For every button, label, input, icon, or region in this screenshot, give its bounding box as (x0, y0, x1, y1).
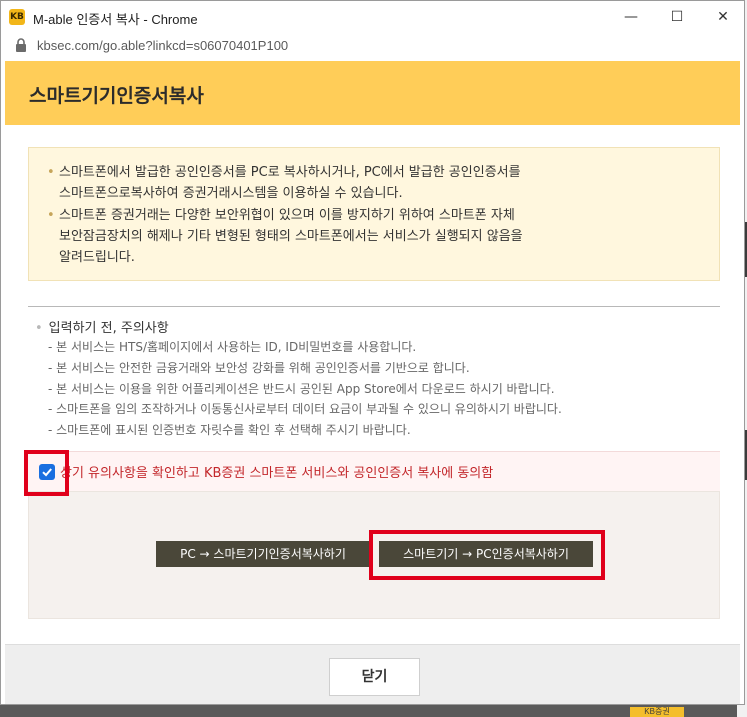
highlight-box-checkbox (24, 450, 69, 496)
title-bar[interactable]: KB M-able 인증서 복사 - Chrome — ☐ ✕ (1, 1, 744, 33)
highlight-box-copy-button (369, 530, 605, 580)
agree-label[interactable]: 상기 유의사항을 확인하고 KB증권 스마트폰 서비스와 공인인증서 복사에 동… (60, 462, 493, 481)
popup-window: KB M-able 인증서 복사 - Chrome — ☐ ✕ kbsec.co… (0, 0, 745, 705)
agree-row: 상기 유의사항을 확인하고 KB증권 스마트폰 서비스와 공인인증서 복사에 동… (28, 451, 720, 491)
notice-text: 스마트폰에서 발급한 공인인증서를 PC로 복사하시거나, PC에서 발급한 공… (59, 165, 521, 201)
bullet-icon: • (35, 321, 43, 336)
divider (28, 306, 720, 307)
notice-item: • 스마트폰에서 발급한 공인인증서를 PC로 복사하시거나, PC에서 발급한… (47, 162, 703, 204)
caution-item: - 본 서비스는 HTS/홈페이지에서 사용하는 ID, ID비밀번호를 사용합… (48, 340, 417, 354)
dialog-title: 스마트기기인증서복사 (29, 85, 204, 107)
minimize-button[interactable]: — (608, 1, 654, 33)
caution-item: - 본 서비스는 이용을 위한 어플리케이션은 반드시 공인된 App Stor… (48, 381, 555, 396)
dialog-footer: 닫기 (5, 644, 740, 704)
url-bar[interactable]: kbsec.com/go.able?linkcd=s06070401P100 (1, 33, 744, 59)
maximize-button[interactable]: ☐ (654, 1, 700, 33)
caution-item: - 스마트폰에 표시된 인증번호 자릿수를 확인 후 선택해 주시기 바랍니다. (48, 423, 411, 438)
notice-text: 스마트폰 증권거래는 다양한 보안위협이 있으며 이를 방지하기 위하여 스마트… (59, 208, 523, 265)
pc-to-smartphone-copy-button[interactable]: PC → 스마트기기인증서복사하기 (156, 541, 370, 567)
bullet-icon: • (47, 208, 55, 223)
notice-box: • 스마트폰에서 발급한 공인인증서를 PC로 복사하시거나, PC에서 발급한… (28, 147, 720, 281)
bullet-icon: • (47, 165, 55, 180)
caution-title-text: 입력하기 전, 주의사항 (48, 321, 169, 336)
caution-item: - 본 서비스는 안전한 금융거래와 보안성 강화를 위해 공인인증서를 기반으… (48, 360, 470, 375)
background-kb-logo: KB증권 (630, 707, 684, 717)
window-title: M-able 인증서 복사 - Chrome (33, 12, 198, 27)
app-icon: KB (9, 9, 25, 25)
caution-list: - 본 서비스는 HTS/홈페이지에서 사용하는 ID, ID비밀번호를 사용합… (48, 337, 562, 441)
close-button[interactable]: 닫기 (329, 658, 420, 696)
lock-icon (16, 38, 26, 52)
close-window-button[interactable]: ✕ (700, 1, 746, 33)
dialog-header: 스마트기기인증서복사 (5, 61, 740, 125)
notice-item: • 스마트폰 증권거래는 다양한 보안위협이 있으며 이를 방지하기 위하여 스… (47, 205, 703, 268)
caution-item: - 스마트폰을 임의 조작하거나 이동통신사로부터 데이터 요금이 부과될 수 … (48, 402, 562, 417)
url-text: kbsec.com/go.able?linkcd=s06070401P100 (37, 38, 289, 53)
caution-heading: • 입력하기 전, 주의사항 (35, 317, 169, 336)
